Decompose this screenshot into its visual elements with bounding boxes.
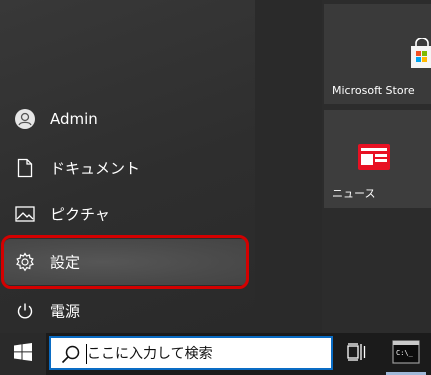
start-menu-item-label: Admin	[50, 110, 98, 128]
store-bag-icon	[410, 37, 431, 72]
svg-text:C:\_: C:\_	[396, 349, 414, 357]
document-icon	[14, 157, 36, 179]
user-avatar-icon	[14, 108, 36, 130]
start-menu-item-label: ドキュメント	[50, 159, 141, 178]
start-menu-item-label: 電源	[50, 302, 81, 321]
task-view-button[interactable]	[344, 341, 370, 367]
task-view-icon	[347, 343, 367, 365]
power-icon	[14, 300, 36, 322]
start-menu-app-list	[255, 0, 322, 333]
start-menu-item-label: ピクチャ	[50, 205, 110, 224]
taskbar-app-command-prompt[interactable]: C:\_	[390, 338, 422, 370]
start-menu-item-documents[interactable]: ドキュメント	[0, 145, 255, 191]
tile-label: ニュース	[332, 187, 376, 200]
taskbar: C:\_	[0, 333, 431, 375]
windows-logo-icon	[14, 343, 32, 365]
start-menu-item-settings[interactable]: 設定	[4, 239, 248, 285]
search-icon	[61, 344, 81, 368]
start-menu: Admin ドキュメント ピクチャ 設定 電源 Microsoft Store …	[0, 0, 431, 333]
taskbar-search-box[interactable]	[49, 336, 333, 370]
command-prompt-icon: C:\_	[392, 340, 420, 368]
start-menu-item-pictures[interactable]: ピクチャ	[0, 191, 255, 237]
picture-icon	[14, 203, 36, 225]
tile-label: Microsoft Store	[332, 84, 415, 97]
tile-microsoft-store[interactable]: Microsoft Store	[324, 4, 431, 104]
start-menu-item-admin[interactable]: Admin	[0, 96, 255, 142]
search-input[interactable]	[85, 342, 329, 366]
tile-news[interactable]: ニュース	[324, 110, 431, 208]
news-icon	[358, 144, 390, 174]
start-menu-item-power[interactable]: 電源	[0, 288, 255, 334]
start-menu-item-label: 設定	[50, 253, 81, 272]
start-button[interactable]	[0, 333, 46, 375]
gear-icon	[14, 251, 36, 273]
